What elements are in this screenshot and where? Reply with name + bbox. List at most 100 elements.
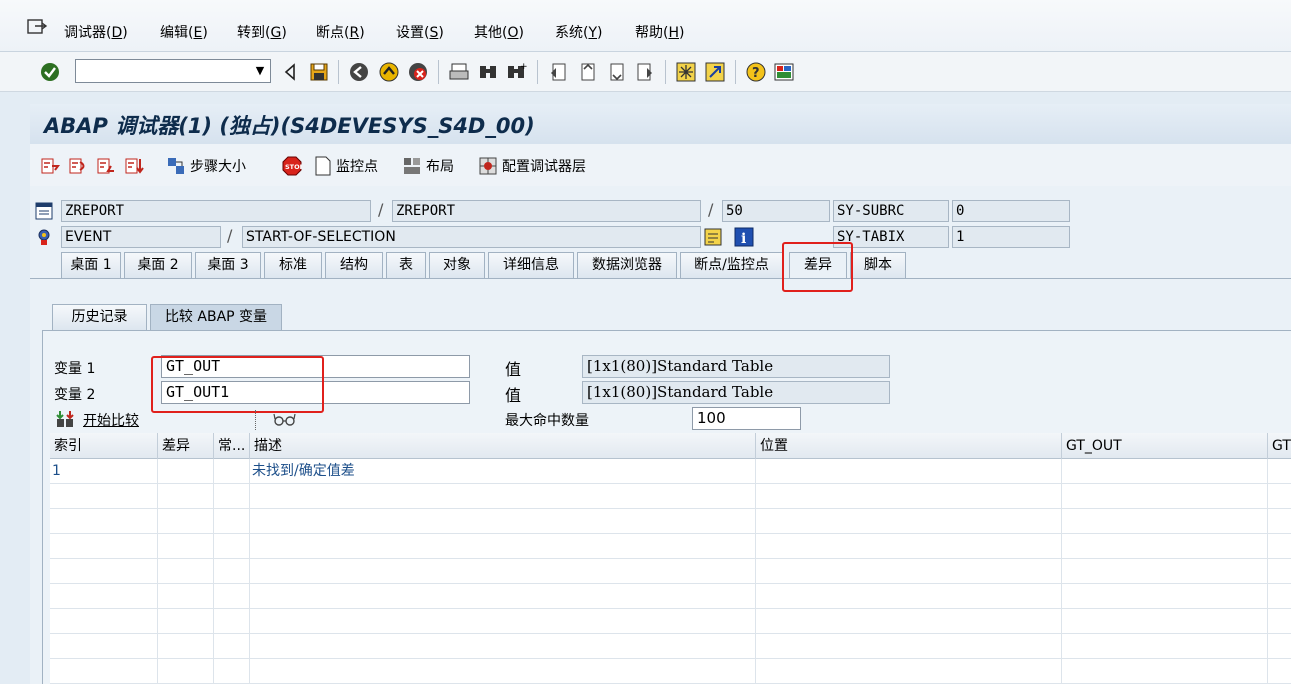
continue-icon[interactable]: [124, 156, 144, 176]
slash-separator: /: [227, 226, 233, 245]
event-name-field: START-OF-SELECTION: [242, 226, 701, 248]
help-icon[interactable]: ?: [745, 61, 767, 83]
menu-settings[interactable]: 设置(S): [396, 22, 444, 42]
column-header-difference[interactable]: 差异: [158, 433, 214, 459]
empty-cell: [1062, 509, 1268, 534]
menu-breakpoints[interactable]: 断点(R): [316, 22, 365, 42]
return-icon[interactable]: [96, 156, 116, 176]
empty-cell: [1062, 534, 1268, 559]
find-next-icon[interactable]: +: [505, 61, 527, 83]
subtab-history[interactable]: 历史记录: [52, 304, 147, 330]
cell-difference: [158, 459, 214, 484]
first-page-icon[interactable]: [547, 61, 569, 83]
back-triangle-icon[interactable]: [280, 61, 302, 83]
empty-cell: [214, 584, 250, 609]
program-icon: [35, 202, 53, 220]
tab-desktop-3[interactable]: 桌面 3: [195, 252, 261, 278]
tab-details[interactable]: 详细信息: [488, 252, 574, 278]
tab-table[interactable]: 表: [386, 252, 426, 278]
empty-cell: [158, 509, 214, 534]
last-page-icon[interactable]: [634, 61, 656, 83]
variable-1-label: 变量 1: [54, 361, 96, 377]
application-toolbar: 步骤大小 STOP 监控点 布局 配置调试器层: [30, 144, 1291, 186]
menu-help[interactable]: 帮助(H): [635, 22, 684, 42]
back-circle-icon[interactable]: [348, 61, 370, 83]
column-header-gt-out1[interactable]: GT: [1268, 433, 1291, 459]
menu-other[interactable]: 其他(O): [474, 22, 524, 42]
configure-layers-button[interactable]: 配置调试器层: [478, 156, 586, 176]
cell-description: 未找到/确定值差: [250, 459, 756, 484]
cancel-icon[interactable]: [407, 61, 429, 83]
column-header-gt-out[interactable]: GT_OUT: [1062, 433, 1268, 459]
tab-script[interactable]: 脚本: [850, 252, 906, 278]
watchpoint-button[interactable]: 监控点: [314, 156, 378, 176]
max-hits-input[interactable]: 100: [692, 407, 801, 430]
menu-debugger[interactable]: 调试器(D): [64, 22, 128, 42]
empty-cell: [50, 659, 158, 684]
sy-subrc-label: SY-SUBRC: [833, 200, 949, 222]
tab-structure[interactable]: 结构: [325, 252, 383, 278]
stop-breakpoint-icon[interactable]: STOP: [282, 156, 302, 176]
exit-up-icon[interactable]: [378, 61, 400, 83]
step-size-button[interactable]: 步骤大小: [166, 156, 246, 176]
configure-layers-icon: [479, 157, 497, 175]
cell-gt-out1: [1268, 459, 1291, 484]
empty-cell: [1268, 509, 1291, 534]
save-icon[interactable]: [308, 61, 330, 83]
next-page-icon[interactable]: [605, 61, 627, 83]
empty-cell: [1268, 584, 1291, 609]
subtab-compare-abap-variables[interactable]: 比较 ABAP 变量: [150, 304, 282, 330]
tab-desktop-1[interactable]: 桌面 1: [61, 252, 121, 278]
command-field[interactable]: ▼: [75, 59, 271, 83]
tab-desktop-2[interactable]: 桌面 2: [124, 252, 192, 278]
svg-text:+: +: [520, 62, 527, 72]
svg-text:STOP: STOP: [285, 163, 302, 171]
customize-layout-icon[interactable]: [773, 61, 795, 83]
step-into-icon[interactable]: [40, 156, 60, 176]
empty-cell: [158, 584, 214, 609]
info-icon[interactable]: i: [734, 227, 754, 247]
new-session-icon[interactable]: [675, 61, 697, 83]
layout-button[interactable]: 布局: [402, 156, 454, 176]
empty-cell: [756, 609, 1062, 634]
tab-standard[interactable]: 标准: [264, 252, 322, 278]
empty-cell: [50, 634, 158, 659]
empty-cell: [158, 659, 214, 684]
empty-cell: [250, 559, 756, 584]
menu-exit-icon[interactable]: [26, 18, 48, 36]
start-compare-button[interactable]: 开始比较: [83, 410, 256, 430]
step-size-icon: [168, 158, 184, 174]
empty-cell: [214, 609, 250, 634]
empty-table-row: [50, 484, 1291, 509]
tab-objects[interactable]: 对象: [429, 252, 485, 278]
glasses-icon[interactable]: [273, 411, 297, 429]
menu-edit[interactable]: 编辑(E): [160, 22, 208, 42]
variable-2-label: 变量 2: [54, 387, 96, 403]
previous-page-icon[interactable]: [576, 61, 598, 83]
shortcut-icon[interactable]: [704, 61, 726, 83]
slash-separator: /: [378, 200, 384, 219]
enter-check-icon[interactable]: [39, 61, 61, 83]
empty-cell: [214, 659, 250, 684]
empty-cell: [50, 559, 158, 584]
print-icon[interactable]: [448, 61, 470, 83]
slash-separator: /: [708, 200, 714, 219]
display-source-icon[interactable]: [703, 227, 725, 247]
column-header-index[interactable]: 索引: [50, 433, 158, 459]
empty-cell: [214, 484, 250, 509]
empty-cell: [756, 509, 1062, 534]
menu-system[interactable]: 系统(Y): [555, 22, 603, 42]
table-row[interactable]: 1 未找到/确定值差: [50, 459, 1291, 484]
tab-data-explorer[interactable]: 数据浏览器: [577, 252, 677, 278]
empty-cell: [756, 659, 1062, 684]
tab-breakpoints-watchpoints[interactable]: 断点/监控点: [680, 252, 783, 278]
column-header-position[interactable]: 位置: [756, 433, 1062, 459]
step-over-icon[interactable]: [68, 156, 88, 176]
column-header-description[interactable]: 描述: [250, 433, 756, 459]
event-gear-icon: [38, 229, 50, 245]
chevron-down-icon[interactable]: ▼: [250, 60, 270, 82]
find-icon[interactable]: [477, 61, 499, 83]
column-header-constant[interactable]: 常...: [214, 433, 250, 459]
menu-goto[interactable]: 转到(G): [237, 22, 287, 42]
document-icon: [315, 156, 331, 176]
